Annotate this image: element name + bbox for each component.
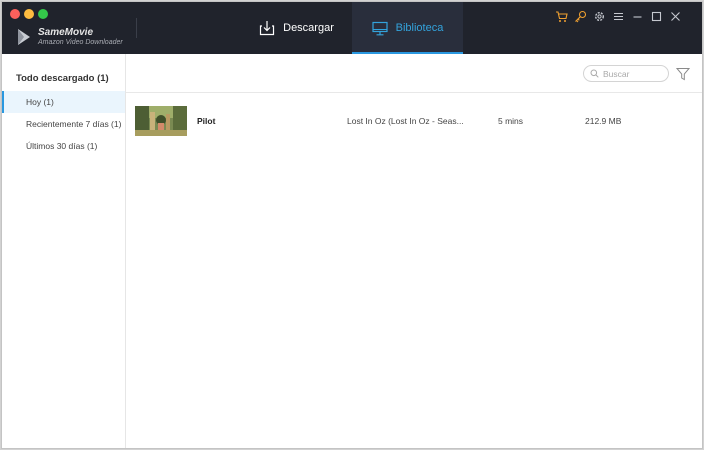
video-title: Pilot	[197, 116, 216, 126]
video-series: Lost In Oz (Lost In Oz - Seas...	[347, 116, 464, 126]
title-bar: SameMovie Amazon Video Downloader Descar…	[2, 2, 702, 54]
window-controls	[10, 9, 48, 19]
zoom-dot[interactable]	[38, 9, 48, 19]
sidebar-item-label: Recientemente 7 días (1)	[26, 119, 122, 129]
minimize-dot[interactable]	[24, 9, 34, 19]
minimize-icon[interactable]	[631, 10, 644, 23]
video-duration: 5 mins	[498, 116, 524, 126]
maximize-icon[interactable]	[650, 10, 663, 23]
sidebar-item-last-7-days[interactable]: Recientemente 7 días (1)	[2, 113, 125, 135]
app-window: SameMovie Amazon Video Downloader Descar…	[2, 2, 702, 448]
sidebar-title[interactable]: Todo descargado (1)	[16, 73, 109, 84]
main-panel: Pilot Lost In Oz (Lost In Oz - Seas... 5…	[126, 54, 702, 448]
close-icon[interactable]	[669, 10, 682, 23]
filter-button[interactable]	[675, 67, 691, 81]
app-subtitle: Amazon Video Downloader	[38, 39, 123, 46]
brand-divider	[136, 18, 137, 38]
menu-icon[interactable]	[612, 10, 625, 23]
table-row[interactable]: Pilot Lost In Oz (Lost In Oz - Seas... 5…	[126, 92, 702, 150]
gear-icon[interactable]	[593, 10, 606, 23]
video-thumbnail	[135, 106, 187, 136]
video-size: 212.9 MB	[585, 116, 622, 126]
sidebar-item-last-30-days[interactable]: Últimos 30 días (1)	[2, 135, 125, 157]
download-icon	[260, 21, 275, 36]
monitor-icon	[372, 21, 388, 35]
key-icon[interactable]	[574, 10, 587, 23]
tab-library-label: Biblioteca	[395, 22, 444, 34]
sidebar-item-label: Hoy (1)	[26, 97, 54, 107]
tab-download[interactable]: Descargar	[241, 2, 352, 54]
cart-icon[interactable]	[555, 10, 568, 23]
app-name: SameMovie	[38, 27, 94, 38]
sidebar-item-today[interactable]: Hoy (1)	[2, 91, 125, 113]
search-box[interactable]	[583, 65, 669, 82]
title-toolbar	[555, 10, 682, 23]
samemovie-logo-icon	[18, 29, 30, 45]
library-toolbar	[126, 54, 702, 93]
search-input[interactable]	[603, 68, 663, 79]
sidebar: Todo descargado (1) Hoy (1) Recientement…	[2, 54, 126, 448]
sidebar-item-label: Últimos 30 días (1)	[26, 141, 98, 151]
filter-icon	[675, 68, 691, 81]
search-icon	[590, 69, 599, 78]
tab-download-label: Descargar	[283, 22, 334, 34]
close-dot[interactable]	[10, 9, 20, 19]
tab-library[interactable]: Biblioteca	[352, 2, 463, 54]
